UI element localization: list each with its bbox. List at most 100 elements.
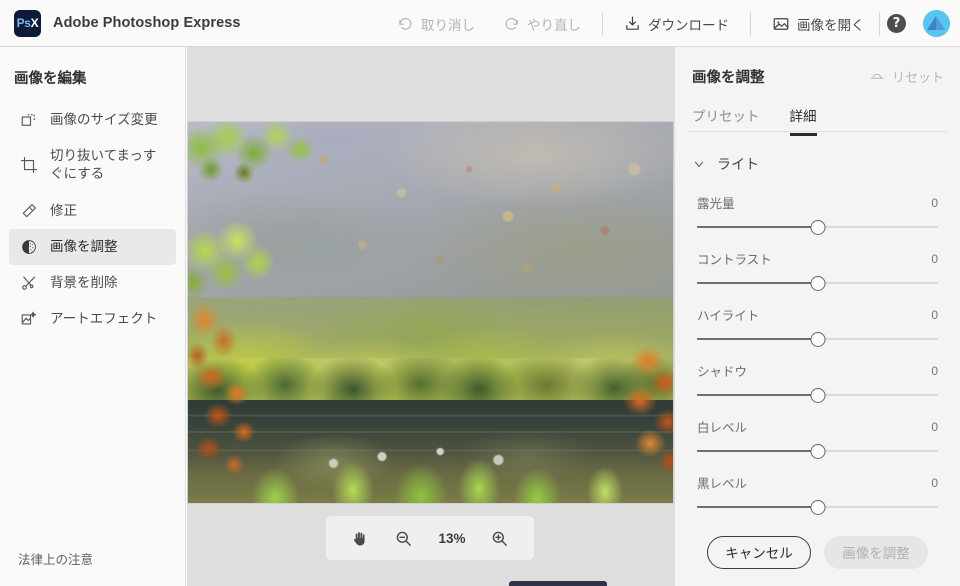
redo-button[interactable]: やり直し	[489, 8, 595, 40]
toolbar-right: ?	[872, 0, 950, 47]
slider-contrast: コントラスト 0	[697, 236, 938, 292]
undo-label: 取り消し	[421, 17, 475, 33]
slider-exposure-header: 露光量 0	[697, 193, 938, 212]
adjust-panel-title: 画像を調整	[692, 70, 765, 86]
slider-contrast-value: 0	[931, 251, 938, 266]
open-image-button[interactable]: 画像を開く	[758, 8, 879, 40]
slider-exposure-track[interactable]	[697, 218, 938, 236]
download-label: ダウンロード	[648, 17, 729, 33]
track-empty	[817, 282, 938, 284]
sidebar-item-crop[interactable]: 切り抜いてまっすぐにする	[9, 138, 176, 192]
track-empty	[817, 506, 938, 508]
canvas-area[interactable]: 13%	[187, 47, 674, 586]
toolbar-divider-1	[602, 11, 603, 36]
photo-foreground-grass	[188, 422, 673, 503]
slider-contrast-header: コントラスト 0	[697, 249, 938, 268]
slider-whites-handle[interactable]	[810, 444, 825, 459]
track-empty	[817, 338, 938, 340]
redo-icon	[503, 15, 520, 32]
zoom-in-icon	[493, 531, 508, 546]
apply-adjust-button[interactable]: 画像を調整	[824, 535, 928, 569]
slider-highlights-track[interactable]	[697, 330, 938, 348]
sidebar-item-remove-background[interactable]: 背景を削除	[9, 265, 176, 301]
track-empty	[817, 226, 938, 228]
track-filled	[697, 394, 818, 396]
slider-shadows-header: シャドウ 0	[697, 361, 938, 380]
download-button[interactable]: ダウンロード	[610, 8, 743, 40]
app-title: Adobe Photoshop Express	[53, 15, 241, 31]
reset-button[interactable]: リセット	[869, 67, 944, 86]
slider-contrast-track[interactable]	[697, 274, 938, 292]
undo-icon	[397, 15, 414, 32]
reset-icon	[869, 69, 885, 85]
open-image-label: 画像を開く	[797, 17, 865, 33]
slider-shadows-track[interactable]	[697, 386, 938, 404]
track-filled	[697, 338, 818, 340]
slider-exposure: 露光量 0	[697, 180, 938, 236]
tabs-divider	[688, 131, 947, 132]
sidebar-title: 画像を編集	[14, 71, 87, 87]
zoom-level-value[interactable]: 13%	[438, 531, 465, 546]
slider-shadows-value: 0	[931, 363, 938, 378]
sidebar-item-resize[interactable]: 画像のサイズ変更	[9, 102, 176, 138]
help-icon[interactable]: ?	[887, 14, 906, 33]
slider-shadows-handle[interactable]	[810, 388, 825, 403]
app-logo-icon: Ps X	[14, 9, 41, 37]
bottom-notification-bar	[509, 581, 607, 586]
slider-blacks-track[interactable]	[697, 498, 938, 516]
slider-exposure-label: 露光量	[697, 197, 735, 211]
sidebar-item-heal-label: 修正	[50, 202, 77, 218]
adjust-panel-header: 画像を調整 リセット	[675, 47, 960, 87]
light-sliders: 露光量 0 コントラスト 0 ハイライト 0 シャドウ 0 白レベル 0 黒レベ…	[675, 174, 960, 516]
slider-shadows: シャドウ 0	[697, 348, 938, 404]
slider-blacks-header: 黒レベル 0	[697, 473, 938, 492]
track-filled	[697, 226, 818, 228]
track-filled	[697, 282, 818, 284]
slider-blacks-label: 黒レベル	[697, 477, 748, 491]
track-filled	[697, 506, 818, 508]
sidebar-list: 画像のサイズ変更 切り抜いてまっすぐにする 修正 画像を調整 背景を削除 アート…	[0, 102, 185, 338]
avatar-mountain-icon	[923, 10, 950, 37]
brand: Ps X Adobe Photoshop Express	[0, 9, 241, 37]
chevron-down-icon	[692, 157, 706, 171]
section-light-header[interactable]: ライト	[675, 136, 960, 174]
slider-blacks-value: 0	[931, 475, 938, 490]
slider-contrast-handle[interactable]	[810, 276, 825, 291]
hand-icon	[354, 531, 366, 545]
slider-highlights-label: ハイライト	[697, 309, 760, 323]
slider-whites-label: 白レベル	[697, 421, 748, 435]
sidebar: 画像を編集 画像のサイズ変更 切り抜いてまっすぐにする 修正 画像を調整 背景を…	[0, 47, 186, 586]
avatar[interactable]	[923, 10, 950, 37]
cancel-button[interactable]: キャンセル	[707, 535, 811, 569]
redo-label: やり直し	[527, 17, 581, 33]
slider-contrast-label: コントラスト	[697, 253, 772, 267]
image-icon	[772, 15, 790, 33]
slider-blacks-handle[interactable]	[810, 500, 825, 515]
slider-exposure-value: 0	[931, 195, 938, 210]
logo-x-text: X	[30, 16, 39, 30]
slider-highlights-header: ハイライト 0	[697, 305, 938, 324]
top-toolbar: Ps X Adobe Photoshop Express 取り消し やり直し ダ…	[0, 0, 960, 47]
reset-label: リセット	[891, 70, 944, 85]
toolbar-divider-3	[879, 11, 880, 36]
zoom-in-button[interactable]	[490, 529, 509, 548]
zoom-out-button[interactable]	[394, 529, 413, 548]
sidebar-item-art-effect[interactable]: アートエフェクト	[9, 301, 176, 337]
photo-frame	[188, 122, 673, 503]
photoshop-express-app: Ps X Adobe Photoshop Express 取り消し やり直し ダ…	[0, 0, 960, 586]
zoom-toolbar: 13%	[326, 516, 534, 560]
toolbar-actions: 取り消し やり直し ダウンロード 画像を開く	[383, 0, 879, 47]
undo-button[interactable]: 取り消し	[383, 8, 489, 40]
slider-exposure-handle[interactable]	[810, 220, 825, 235]
adjust-panel-footer: キャンセル 画像を調整	[675, 518, 960, 586]
slider-whites-track[interactable]	[697, 442, 938, 460]
section-light-label: ライト	[717, 156, 759, 172]
legal-notices-link[interactable]: 法律上の注意	[18, 549, 93, 568]
toolbar-divider-2	[750, 11, 751, 36]
hand-tool-button[interactable]	[350, 529, 369, 548]
slider-shadows-label: シャドウ	[697, 365, 748, 379]
sidebar-item-crop-label: 切り抜いてまっすぐにする	[50, 148, 157, 182]
sidebar-item-heal[interactable]: 修正	[9, 193, 176, 229]
sidebar-item-adjust[interactable]: 画像を調整	[9, 228, 176, 266]
slider-highlights-handle[interactable]	[810, 332, 825, 347]
